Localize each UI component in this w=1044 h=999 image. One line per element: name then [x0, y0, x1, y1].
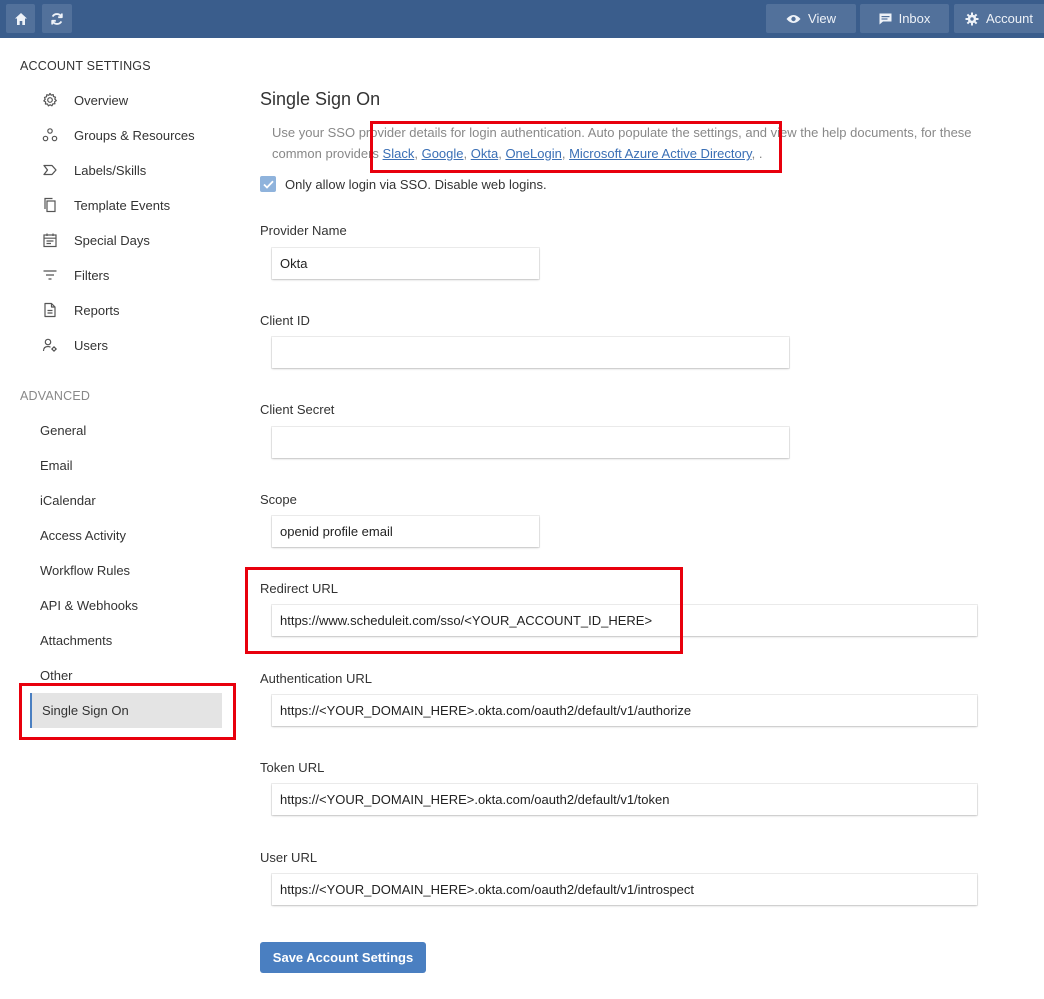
- page-title: Single Sign On: [260, 89, 381, 109]
- inbox-label: Inbox: [898, 11, 931, 26]
- sidebar-item-attachments[interactable]: Attachments: [40, 627, 112, 653]
- checkmark-icon: [262, 180, 274, 189]
- sidebar-item-label: Reports: [74, 302, 120, 318]
- authentication-url-input[interactable]: [272, 695, 977, 726]
- inbox-icon: [879, 13, 892, 25]
- provider-link-onelogin[interactable]: OneLogin: [505, 146, 561, 161]
- sidebar-item-label: Filters: [74, 267, 110, 283]
- sidebar-item-template-events[interactable]: Template Events: [40, 192, 170, 218]
- eye-icon: [786, 14, 801, 24]
- scope-input[interactable]: [272, 516, 539, 547]
- sidebar-item-users[interactable]: Users: [40, 332, 108, 358]
- sidebar-item-groups-resources[interactable]: Groups & Resources: [40, 122, 195, 148]
- sso-only-option[interactable]: Only allow login via SSO. Disable web lo…: [260, 175, 547, 193]
- account-settings-heading: ACCOUNT SETTINGS: [20, 59, 151, 73]
- redirect-url-label: Redirect URL: [260, 581, 339, 596]
- provider-name-label: Provider Name: [260, 223, 347, 238]
- sidebar-item-general[interactable]: General: [40, 417, 86, 443]
- refresh-button[interactable]: [42, 4, 72, 33]
- scope-label: Scope: [260, 492, 297, 507]
- sidebar-item-email[interactable]: Email: [40, 452, 73, 478]
- sidebar-item-icalendar[interactable]: iCalendar: [40, 487, 96, 513]
- provider-link-slack[interactable]: Slack: [383, 146, 415, 161]
- sidebar-item-access-activity[interactable]: Access Activity: [40, 522, 126, 548]
- sidebar-item-reports[interactable]: Reports: [40, 297, 120, 323]
- gear-icon: [965, 12, 979, 26]
- client-id-input[interactable]: [272, 337, 789, 368]
- sidebar-item-labels-skills[interactable]: Labels/Skills: [40, 157, 146, 183]
- sidebar-item-label: Overview: [74, 92, 129, 108]
- sidebar-item-single-sign-on[interactable]: Single Sign On: [30, 693, 222, 728]
- token-url-label: Token URL: [260, 760, 325, 775]
- groups-icon: [40, 125, 60, 145]
- redirect-url-input[interactable]: [272, 605, 977, 636]
- sidebar-item-special-days[interactable]: Special Days: [40, 227, 150, 253]
- gear-icon: [40, 90, 60, 110]
- view-button[interactable]: View: [766, 4, 856, 33]
- sidebar-item-label: Template Events: [74, 197, 171, 213]
- user-url-label: User URL: [260, 850, 318, 865]
- description-suffix: .: [755, 146, 763, 161]
- sidebar-item-filters[interactable]: Filters: [40, 262, 109, 288]
- home-button[interactable]: [6, 4, 35, 33]
- provider-link-azure-ad[interactable]: Microsoft Azure Active Directory: [569, 146, 752, 161]
- user-url-input[interactable]: [272, 874, 977, 905]
- provider-name-input[interactable]: [272, 248, 539, 279]
- sidebar-item-label: Groups & Resources: [74, 127, 195, 143]
- client-id-label: Client ID: [260, 313, 310, 328]
- sidebar-item-workflow-rules[interactable]: Workflow Rules: [40, 557, 130, 583]
- sso-settings-panel: Single Sign On Use your SSO provider det…: [260, 38, 1044, 999]
- sidebar-item-other[interactable]: Other: [40, 662, 73, 688]
- filter-icon: [40, 265, 60, 285]
- sso-description: Use your SSO provider details for login …: [272, 125, 972, 161]
- save-account-settings-button[interactable]: Save Account Settings: [260, 942, 426, 973]
- sidebar-item-api-webhooks[interactable]: API & Webhooks: [40, 592, 138, 618]
- refresh-icon: [50, 12, 64, 26]
- provider-link-google[interactable]: Google: [422, 146, 464, 161]
- sidebar-item-label: Users: [74, 337, 108, 353]
- copy-icon: [40, 195, 60, 215]
- sso-only-checkbox[interactable]: [260, 176, 276, 192]
- settings-sidebar: ACCOUNT SETTINGS Overview Groups & Resou…: [0, 38, 240, 999]
- client-secret-input[interactable]: [272, 427, 789, 458]
- label-icon: [40, 160, 60, 180]
- document-icon: [40, 300, 60, 320]
- sidebar-item-overview[interactable]: Overview: [40, 87, 128, 113]
- user-gear-icon: [40, 335, 60, 355]
- client-secret-label: Client Secret: [260, 402, 335, 417]
- calendar-icon: [40, 230, 60, 250]
- authentication-url-label: Authentication URL: [260, 671, 373, 686]
- provider-link-okta[interactable]: Okta: [471, 146, 498, 161]
- account-button[interactable]: Account: [954, 4, 1044, 33]
- top-toolbar: View Inbox Account: [0, 0, 1044, 38]
- sso-only-label: Only allow login via SSO. Disable web lo…: [285, 176, 547, 192]
- inbox-button[interactable]: Inbox: [860, 4, 949, 33]
- token-url-input[interactable]: [272, 784, 977, 815]
- sidebar-item-label: Special Days: [74, 232, 150, 248]
- view-label: View: [808, 11, 836, 26]
- home-icon: [14, 12, 28, 26]
- account-label: Account: [986, 11, 1033, 26]
- sidebar-item-label: Labels/Skills: [74, 162, 147, 178]
- advanced-heading: ADVANCED: [20, 389, 91, 403]
